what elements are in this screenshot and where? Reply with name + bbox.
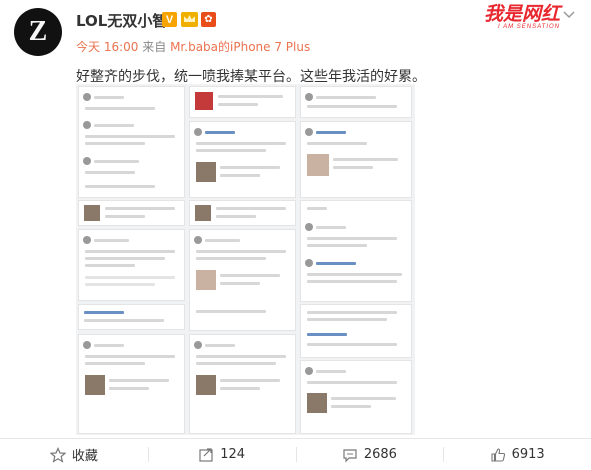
thumbs-up-icon <box>491 447 505 462</box>
via-label: 来自 <box>142 40 167 54</box>
repost-icon <box>199 447 213 462</box>
screenshot-thumb <box>300 304 412 358</box>
post-image-collage[interactable] <box>76 84 415 435</box>
favorite-button[interactable]: 收藏 <box>0 439 148 470</box>
screenshot-thumb <box>189 229 296 331</box>
screenshot-thumb <box>78 86 185 198</box>
repost-button[interactable]: 124 <box>147 439 296 470</box>
screenshot-thumb <box>78 304 185 330</box>
screenshot-thumb <box>189 86 296 118</box>
avatar[interactable]: Z <box>14 8 62 56</box>
repost-count: 124 <box>220 447 246 462</box>
screenshot-thumb <box>189 121 296 198</box>
verified-badge: V <box>162 12 177 27</box>
screenshot-thumb <box>78 200 185 226</box>
username[interactable]: LOL无双小智 <box>76 10 167 31</box>
screenshot-thumb <box>300 200 412 302</box>
medal-badge: ✿ <box>201 12 216 27</box>
like-button[interactable]: 6913 <box>443 439 591 470</box>
like-count: 6913 <box>511 447 545 462</box>
comment-icon <box>343 448 357 462</box>
post-text: 好整齐的步伐，统一喷我捧某平台。这些年我活的好累。 <box>76 69 426 85</box>
screenshot-thumb <box>300 121 412 198</box>
screenshot-thumb <box>78 334 185 434</box>
watermark-title: 我是网红 <box>483 3 560 25</box>
screenshot-thumb <box>189 334 296 434</box>
action-bar: 收藏 124 2686 6913 <box>0 439 591 470</box>
star-outline-icon <box>49 446 66 463</box>
favorite-label: 收藏 <box>71 449 98 464</box>
device-name[interactable]: Mr.baba的iPhone 7 Plus <box>170 40 310 54</box>
post-meta: 今天 16:00 来自 Mr.baba的iPhone 7 Plus <box>76 38 310 55</box>
screenshot-thumb <box>78 229 185 301</box>
vip-crown-icon <box>181 12 198 27</box>
comment-button[interactable]: 2686 <box>295 439 444 470</box>
screenshot-thumb <box>300 360 412 434</box>
screenshot-thumb <box>189 200 296 226</box>
screenshot-thumb <box>300 86 412 118</box>
chevron-down-icon[interactable] <box>562 8 576 22</box>
post-time[interactable]: 今天 16:00 <box>76 40 138 54</box>
watermark-logo: 我是网红 I AM SENSATION <box>470 4 560 32</box>
comment-count: 2686 <box>363 447 397 462</box>
